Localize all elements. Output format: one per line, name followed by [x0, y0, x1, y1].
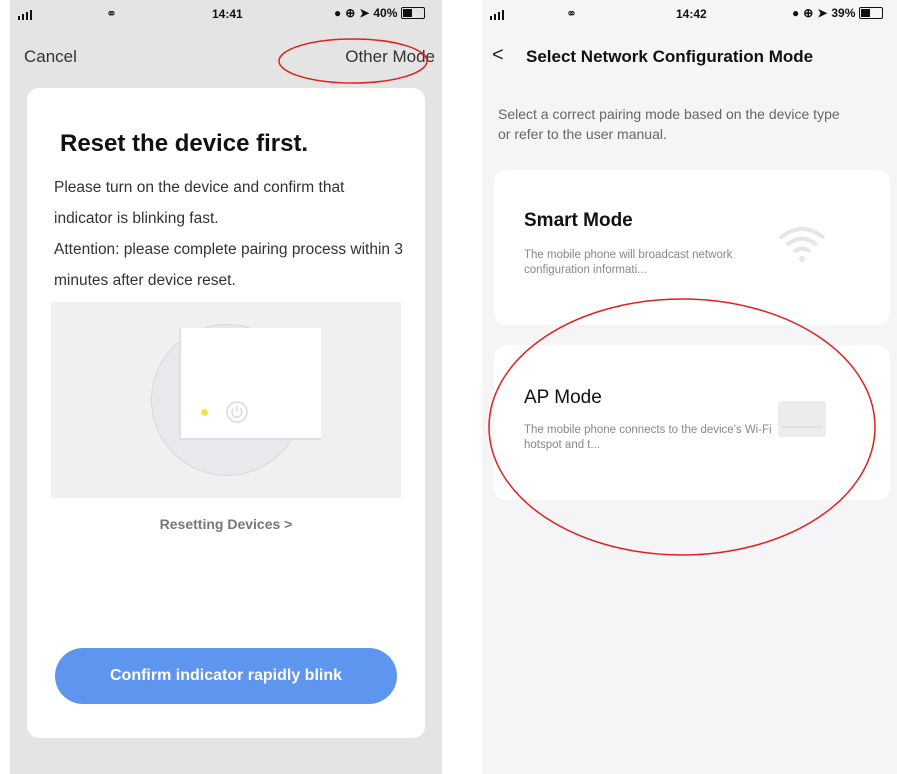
wifi-icon: [778, 227, 826, 262]
mode-description: The mobile phone will broadcast network …: [524, 249, 733, 276]
device-corner: [179, 328, 321, 440]
annotation-ellipse-ap-mode: [488, 298, 876, 556]
battery-icon: [401, 7, 426, 19]
nav-bar: < Select Network Configuration Mode: [482, 42, 897, 76]
reset-card: Reset the device first. Please turn on t…: [27, 88, 425, 738]
lock-rotation-icon: ⊕: [345, 6, 356, 20]
power-icon: [226, 401, 248, 423]
status-bar: ⚭ 14:41 ● ⊕ ➤ 40%: [10, 0, 442, 30]
back-button[interactable]: <: [492, 44, 504, 67]
confirm-blink-button[interactable]: Confirm indicator rapidly blink: [55, 648, 397, 704]
status-time: 14:42: [676, 7, 707, 21]
link-icon: ⚭: [106, 6, 117, 21]
indicator-light-icon: [201, 409, 208, 416]
mode-title: Smart Mode: [524, 210, 633, 231]
status-bar: ⚭ 14:42 ● ⊕ ➤ 39%: [482, 0, 897, 30]
battery-icon: [859, 7, 884, 19]
instruction-text: Select a correct pairing mode based on t…: [498, 106, 840, 142]
reset-instructions: Please turn on the device and confirm th…: [54, 172, 404, 296]
cancel-button[interactable]: Cancel: [24, 47, 77, 67]
location-icon: ➤: [359, 6, 370, 20]
left-phone-screen: ⚭ 14:41 ● ⊕ ➤ 40% Cancel Other Mode Rese…: [10, 0, 442, 774]
reset-instruction-line: Please turn on the device and confirm th…: [54, 179, 345, 227]
battery-percent: 40%: [373, 6, 398, 20]
battery-percent: 39%: [831, 6, 856, 20]
signal-icon: [490, 10, 504, 20]
link-icon: ⚭: [566, 6, 577, 21]
attention-line: Attention: please complete pairing proce…: [54, 241, 403, 289]
location-icon: ➤: [817, 6, 828, 20]
status-time: 14:41: [212, 7, 243, 21]
lock-rotation-icon: ⊕: [803, 6, 814, 20]
annotation-ellipse-other-mode: [278, 38, 428, 84]
page-title: Select Network Configuration Mode: [526, 47, 814, 66]
alarm-icon: ●: [334, 6, 342, 20]
signal-icon: [18, 10, 32, 20]
alarm-icon: ●: [792, 6, 800, 20]
page-title: Reset the device first.: [60, 130, 309, 157]
device-illustration: [51, 302, 401, 498]
resetting-devices-link[interactable]: Resetting Devices >: [27, 516, 425, 532]
